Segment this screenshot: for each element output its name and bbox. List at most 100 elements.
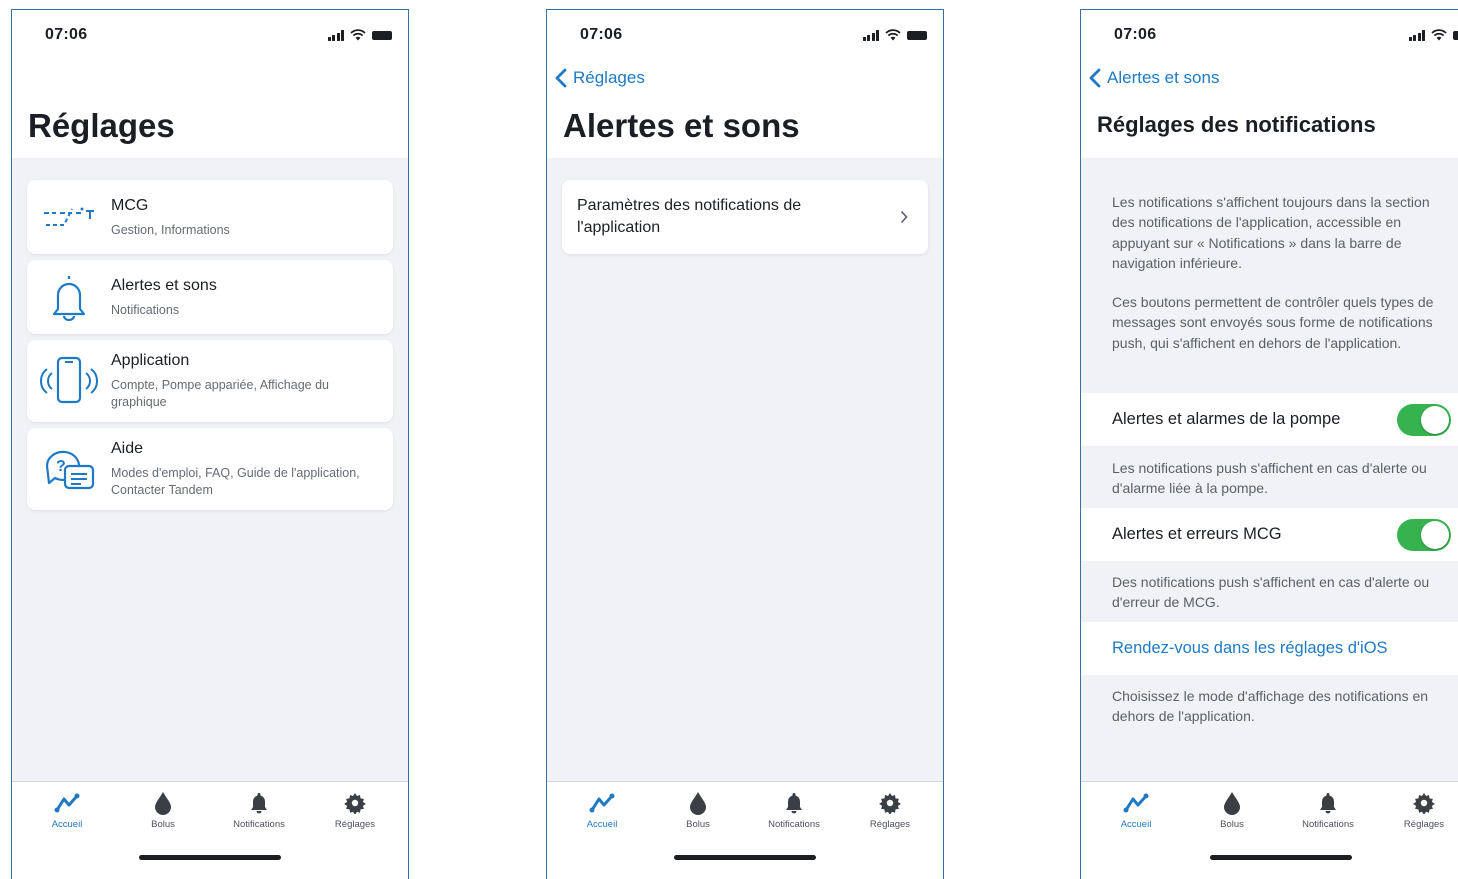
drop-icon bbox=[123, 791, 203, 815]
chevron-left-icon bbox=[1089, 68, 1101, 88]
trend-icon bbox=[562, 791, 642, 815]
wifi-icon bbox=[885, 29, 901, 41]
tab-label: Accueil bbox=[1096, 819, 1176, 830]
battery-icon bbox=[1453, 31, 1458, 40]
signal-icon bbox=[1409, 30, 1426, 41]
settings-item-alerts[interactable]: Alertes et sons Notifications bbox=[27, 260, 393, 334]
notification-settings-item[interactable]: Paramètres des notifications de l'applic… bbox=[562, 180, 928, 254]
settings-screen: 07:06 Réglages MCG Gestion, Informations… bbox=[11, 9, 409, 879]
chevron-right-icon bbox=[900, 210, 908, 224]
help-chat-icon: ? bbox=[40, 442, 98, 496]
settings-item-subtitle: Gestion, Informations bbox=[111, 222, 373, 239]
status-time: 07:06 bbox=[45, 26, 87, 44]
battery-icon bbox=[372, 31, 392, 40]
home-indicator[interactable] bbox=[1210, 855, 1352, 860]
tab-label: Notifications bbox=[1288, 819, 1368, 830]
settings-item-subtitle: Notifications bbox=[111, 302, 373, 319]
status-icons bbox=[328, 29, 393, 41]
intro-text: Ces boutons permettent de contrôler quel… bbox=[1112, 292, 1453, 353]
tab-accueil[interactable]: Accueil bbox=[1096, 788, 1176, 830]
tab-bar: Accueil Bolus Notifications Réglages bbox=[12, 781, 408, 879]
tab-notifications[interactable]: Notifications bbox=[754, 788, 834, 830]
page-title: Réglages bbox=[28, 107, 175, 145]
drop-icon bbox=[1192, 791, 1272, 815]
settings-item-title: MCG bbox=[111, 197, 148, 215]
bell-outline-icon bbox=[40, 272, 98, 322]
signal-icon bbox=[328, 30, 345, 41]
status-icons bbox=[863, 29, 928, 41]
tab-label: Accueil bbox=[27, 819, 107, 830]
chevron-left-icon bbox=[555, 68, 567, 88]
settings-item-title: Application bbox=[111, 352, 189, 370]
back-label: Réglages bbox=[573, 68, 645, 88]
pump-alerts-label: Alertes et alarmes de la pompe bbox=[1112, 410, 1340, 429]
bell-icon bbox=[219, 791, 299, 815]
ios-settings-link[interactable]: Rendez-vous dans les réglages d'iOS bbox=[1112, 639, 1388, 658]
tab-label: Notifications bbox=[754, 819, 834, 830]
ios-settings-note: Choisissez le mode d'affichage des notif… bbox=[1112, 686, 1453, 727]
gear-icon bbox=[850, 791, 930, 815]
status-time: 07:06 bbox=[580, 26, 622, 44]
intro-text: Les notifications s'affichent toujours d… bbox=[1112, 192, 1453, 273]
mcg-alerts-note: Des notifications push s'affichent en ca… bbox=[1112, 572, 1453, 613]
tab-accueil[interactable]: Accueil bbox=[562, 788, 642, 830]
bell-icon bbox=[1288, 791, 1368, 815]
settings-item-mcg[interactable]: MCG Gestion, Informations bbox=[27, 180, 393, 254]
tab-label: Notifications bbox=[219, 819, 299, 830]
gear-icon bbox=[1384, 791, 1458, 815]
pump-alerts-toggle[interactable] bbox=[1397, 404, 1451, 436]
tab-label: Bolus bbox=[658, 819, 738, 830]
mcg-alerts-row: Alertes et erreurs MCG bbox=[1081, 508, 1458, 561]
mcg-alerts-toggle[interactable] bbox=[1397, 519, 1451, 551]
tab-bar: Accueil Bolus Notifications Réglages bbox=[547, 781, 943, 879]
signal-icon bbox=[863, 30, 880, 41]
phone-vibrate-icon bbox=[40, 354, 98, 408]
battery-icon bbox=[907, 31, 927, 40]
back-button[interactable]: Réglages bbox=[555, 68, 645, 88]
cgm-trace-icon bbox=[40, 194, 98, 240]
drop-icon bbox=[658, 791, 738, 815]
tab-bolus[interactable]: Bolus bbox=[123, 788, 203, 830]
header: 07:06 Réglages Alertes et sons bbox=[547, 10, 943, 158]
header: 07:06 Alertes et sons Réglages des notif… bbox=[1081, 10, 1458, 158]
tab-reglages[interactable]: Réglages bbox=[1384, 788, 1458, 830]
trend-icon bbox=[1096, 791, 1176, 815]
header: 07:06 Réglages bbox=[12, 10, 408, 158]
settings-item-application[interactable]: Application Compte, Pompe appariée, Affi… bbox=[27, 340, 393, 422]
back-label: Alertes et sons bbox=[1107, 68, 1219, 88]
status-icons bbox=[1409, 29, 1458, 41]
tab-label: Bolus bbox=[123, 819, 203, 830]
bell-icon bbox=[754, 791, 834, 815]
home-indicator[interactable] bbox=[674, 855, 816, 860]
wifi-icon bbox=[1431, 29, 1447, 41]
settings-item-help[interactable]: ? Aide Modes d'emploi, FAQ, Guide de l'a… bbox=[27, 428, 393, 510]
gear-icon bbox=[315, 791, 395, 815]
tab-label: Réglages bbox=[1384, 819, 1458, 830]
tab-reglages[interactable]: Réglages bbox=[850, 788, 930, 830]
tab-label: Bolus bbox=[1192, 819, 1272, 830]
alerts-sounds-screen: 07:06 Réglages Alertes et sons Paramètre… bbox=[546, 9, 944, 879]
tab-reglages[interactable]: Réglages bbox=[315, 788, 395, 830]
pump-alerts-note: Les notifications push s'affichent en ca… bbox=[1112, 458, 1453, 499]
home-indicator[interactable] bbox=[139, 855, 281, 860]
tab-notifications[interactable]: Notifications bbox=[219, 788, 299, 830]
status-time: 07:06 bbox=[1114, 26, 1156, 44]
tab-label: Accueil bbox=[562, 819, 642, 830]
tab-notifications[interactable]: Notifications bbox=[1288, 788, 1368, 830]
tab-bolus[interactable]: Bolus bbox=[1192, 788, 1272, 830]
settings-item-title: Alertes et sons bbox=[111, 277, 217, 295]
tab-label: Réglages bbox=[850, 819, 930, 830]
wifi-icon bbox=[350, 29, 366, 41]
back-button[interactable]: Alertes et sons bbox=[1089, 68, 1219, 88]
settings-item-title: Aide bbox=[111, 440, 143, 458]
page-title: Réglages des notifications bbox=[1097, 112, 1376, 138]
page-title: Alertes et sons bbox=[563, 107, 800, 145]
trend-icon bbox=[27, 791, 107, 815]
tab-accueil[interactable]: Accueil bbox=[27, 788, 107, 830]
settings-item-subtitle: Modes d'emploi, FAQ, Guide de l'applicat… bbox=[111, 465, 373, 499]
ios-settings-row[interactable]: Rendez-vous dans les réglages d'iOS bbox=[1081, 622, 1458, 675]
tab-bar: Accueil Bolus Notifications Réglages bbox=[1081, 781, 1458, 879]
notification-settings-screen: 07:06 Alertes et sons Réglages des notif… bbox=[1080, 9, 1458, 879]
mcg-alerts-label: Alertes et erreurs MCG bbox=[1112, 525, 1282, 544]
tab-bolus[interactable]: Bolus bbox=[658, 788, 738, 830]
